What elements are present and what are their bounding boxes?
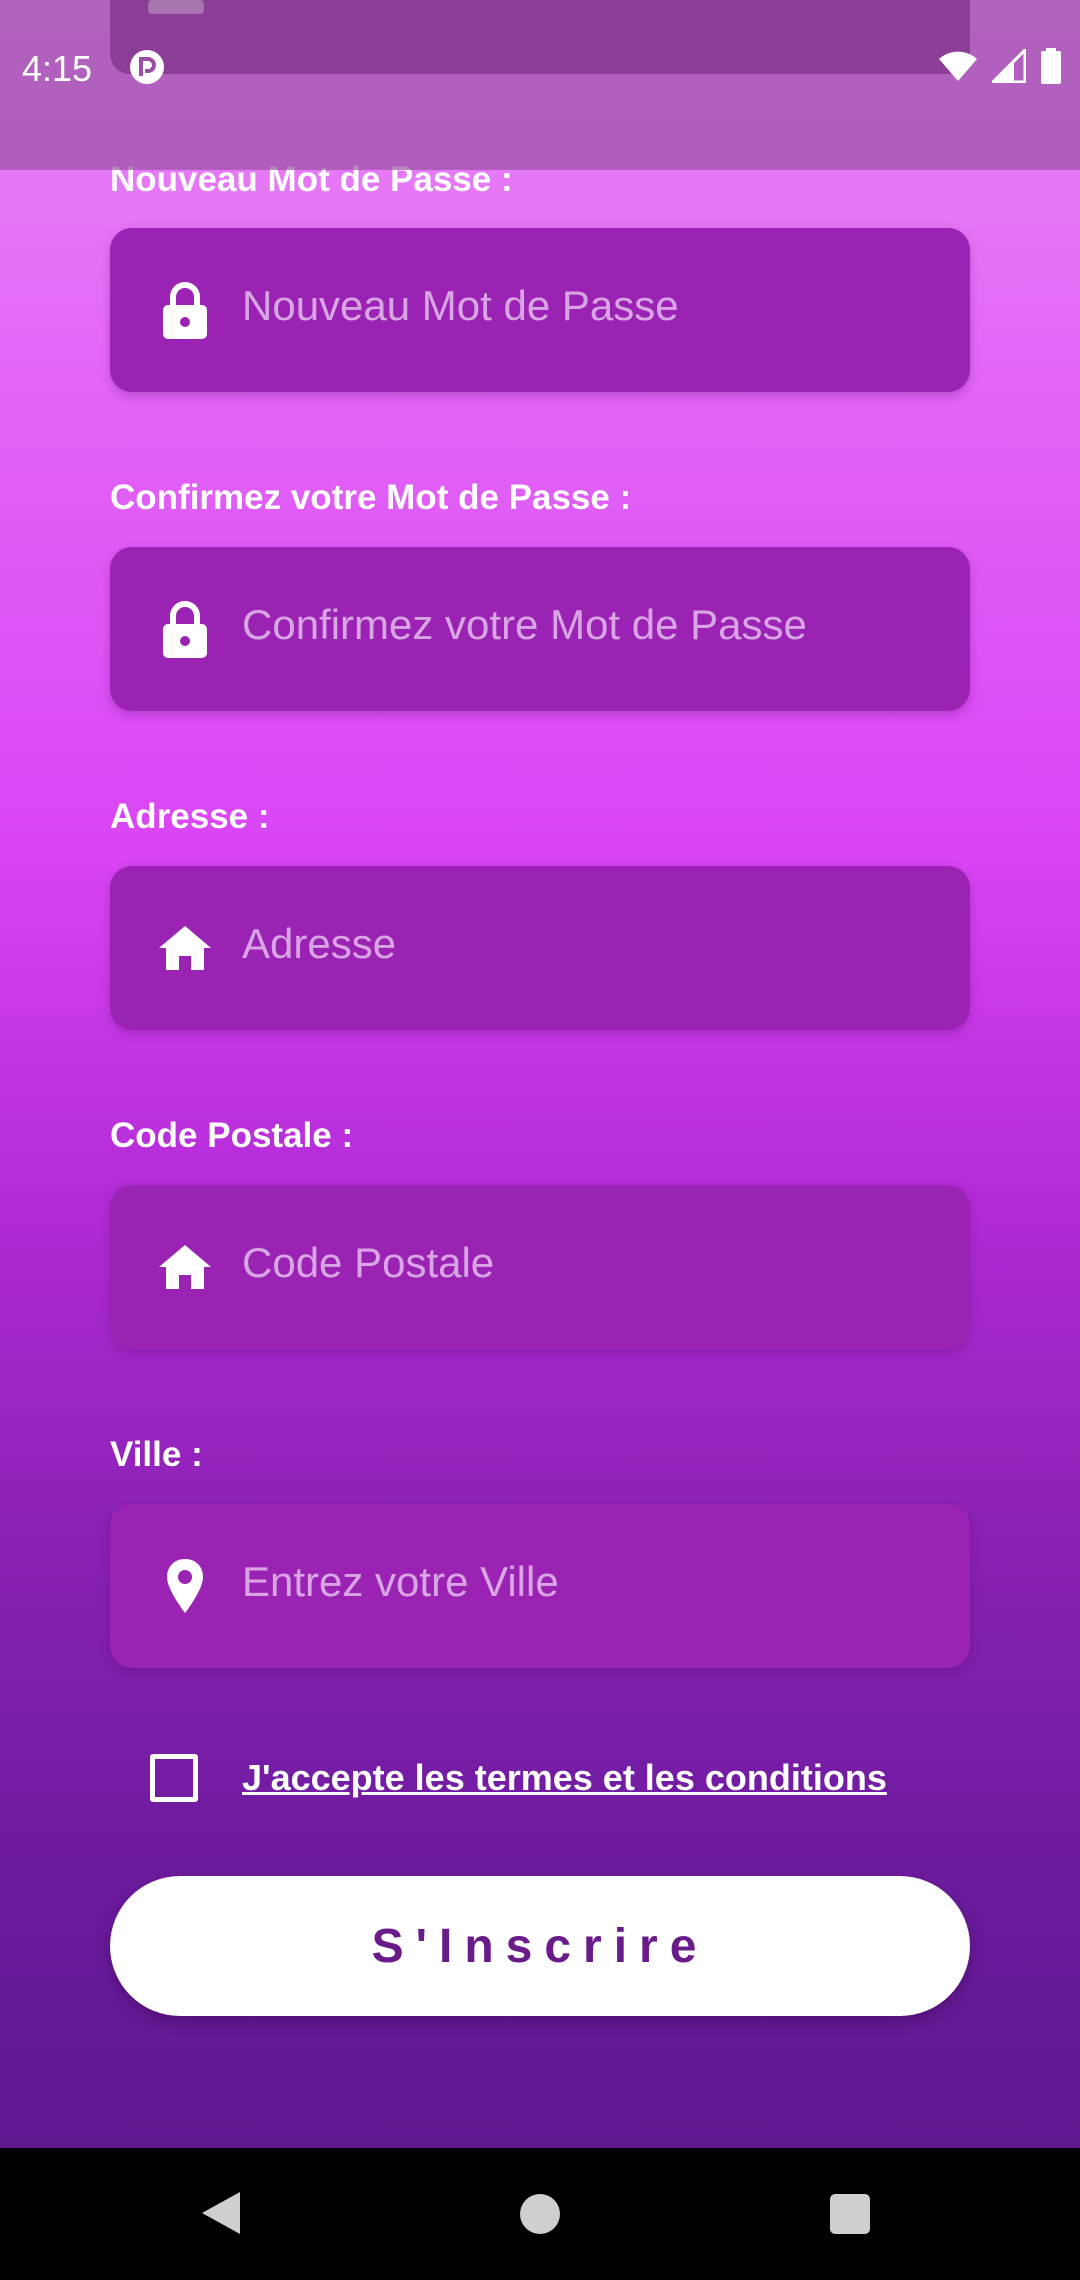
status-icons xyxy=(938,46,1062,89)
confirm-password-placeholder: Confirmez votre Mot de Passe xyxy=(242,601,807,649)
navigation-bar xyxy=(0,2148,1080,2280)
home-button-icon[interactable] xyxy=(520,2194,560,2234)
home-icon xyxy=(150,1232,220,1302)
app-notification-icon xyxy=(128,48,166,86)
home-icon xyxy=(150,913,220,983)
wifi-icon xyxy=(938,50,978,87)
address-placeholder: Adresse xyxy=(242,920,397,968)
city-placeholder: Entrez votre Ville xyxy=(242,1558,559,1606)
registration-screen: Nouveau Mot de Passe : Nouveau Mot de Pa… xyxy=(0,0,1080,2148)
confirm-password-field[interactable]: Confirmez votre Mot de Passe xyxy=(110,547,970,711)
back-icon[interactable] xyxy=(200,2190,242,2241)
status-time: 4:15 xyxy=(22,48,93,89)
status-bar: 4:15 xyxy=(0,0,1080,170)
terms-row: J'accepte les termes et les conditions xyxy=(150,1754,887,1802)
city-label: Ville : xyxy=(110,1435,203,1474)
confirm-password-label: Confirmez votre Mot de Passe : xyxy=(110,478,632,517)
lock-icon xyxy=(150,275,220,345)
lock-icon xyxy=(150,594,220,664)
postal-code-field[interactable]: Code Postale xyxy=(110,1185,970,1349)
terms-checkbox[interactable] xyxy=(150,1754,198,1802)
city-field[interactable]: Entrez votre Ville xyxy=(110,1504,970,1668)
location-pin-icon xyxy=(150,1551,220,1621)
new-password-placeholder: Nouveau Mot de Passe xyxy=(242,282,679,330)
postal-code-label: Code Postale : xyxy=(110,1116,354,1155)
recent-apps-icon[interactable] xyxy=(830,2194,870,2234)
signup-button[interactable]: S'Inscrire xyxy=(110,1876,970,2016)
signal-icon xyxy=(989,46,1027,88)
new-password-field[interactable]: Nouveau Mot de Passe xyxy=(110,228,970,392)
signup-button-label: S'Inscrire xyxy=(371,1919,709,1973)
terms-link[interactable]: J'accepte les termes et les conditions xyxy=(242,1757,887,1799)
address-label: Adresse : xyxy=(110,797,270,836)
postal-code-placeholder: Code Postale xyxy=(242,1239,495,1287)
battery-icon xyxy=(1040,48,1062,89)
address-field[interactable]: Adresse xyxy=(110,866,970,1030)
